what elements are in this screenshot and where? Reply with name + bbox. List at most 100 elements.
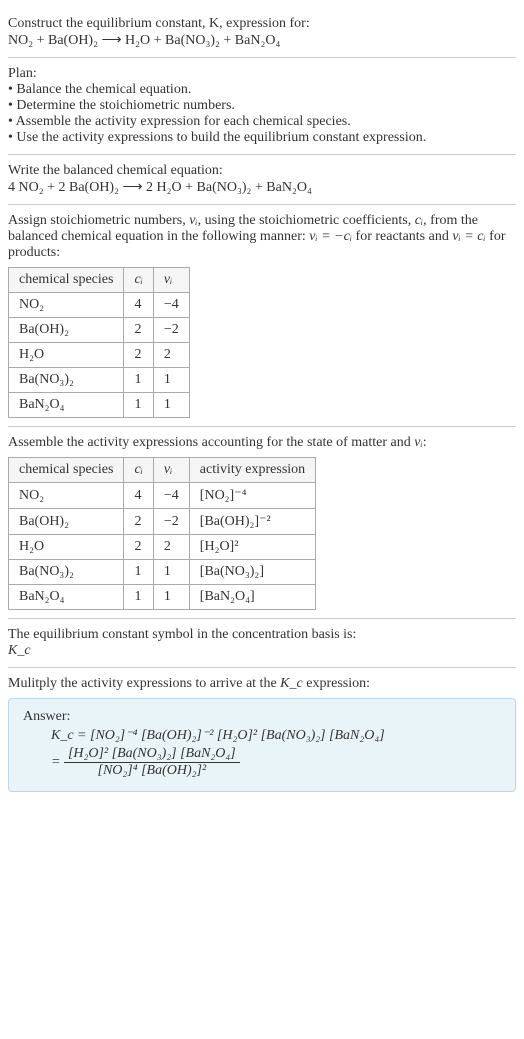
prompt-text-1: Construct the equilibrium constant, K, e… [8, 16, 310, 31]
col-species: chemical species [9, 458, 124, 483]
fraction-numerator: [H₂O]² [Ba(NO₃)₂] [BaN₂O₄] [64, 746, 240, 763]
col-species: chemical species [9, 268, 124, 293]
answer-box: Answer: K_c = [NO₂]⁻⁴ [Ba(OH)₂]⁻² [H₂O]²… [8, 698, 516, 792]
table-row: NO₂4−4 [9, 293, 190, 318]
stoich-paragraph: Assign stoichiometric numbers, νᵢ, using… [8, 213, 516, 261]
cell: BaN₂O₄ [9, 393, 124, 418]
table-header-row: chemical species cᵢ νᵢ activity expressi… [9, 458, 316, 483]
answer-section: Mulitply the activity expressions to arr… [8, 668, 516, 800]
nu-i-symbol: νᵢ [189, 213, 197, 228]
activity-paragraph: Assemble the activity expressions accoun… [8, 435, 516, 451]
plan-bullet-4: • Use the activity expressions to build … [8, 130, 516, 146]
stoich-text-a: Assign stoichiometric numbers, [8, 213, 189, 228]
cell: 1 [124, 393, 153, 418]
stoich-text-b: , using the stoichiometric coefficients, [198, 213, 415, 228]
cell: [NO₂]⁻⁴ [189, 483, 315, 509]
col-activity: activity expression [189, 458, 315, 483]
cell: −4 [153, 483, 189, 509]
fraction: [H₂O]² [Ba(NO₃)₂] [BaN₂O₄] [NO₂]⁴ [Ba(OH… [64, 746, 240, 779]
col-nui: νᵢ [153, 458, 189, 483]
table-row: Ba(OH)₂2−2 [9, 318, 190, 343]
table-row: BaN₂O₄11 [9, 393, 190, 418]
table-row: Ba(NO₃)₂11[Ba(NO₃)₂] [9, 560, 316, 585]
plan-bullet-2: • Determine the stoichiometric numbers. [8, 98, 516, 114]
col-ci: cᵢ [124, 268, 153, 293]
activity-table: chemical species cᵢ νᵢ activity expressi… [8, 457, 316, 610]
activity-text-a: Assemble the activity expressions accoun… [8, 435, 414, 450]
stoich-table: chemical species cᵢ νᵢ NO₂4−4 Ba(OH)₂2−2… [8, 267, 190, 418]
balanced-eq-label: Write the balanced chemical equation: [8, 163, 516, 179]
cell: Ba(NO₃)₂ [9, 560, 124, 585]
multiply-text-a: Mulitply the activity expressions to arr… [8, 676, 280, 691]
kc-symbol-section: The equilibrium constant symbol in the c… [8, 619, 516, 668]
cell: −4 [153, 293, 189, 318]
activity-text-b: : [423, 435, 427, 450]
kc-label: The equilibrium constant symbol in the c… [8, 627, 516, 643]
prompt-equation: NO₂ + Ba(OH)₂ ⟶ H₂O + Ba(NO₃)₂ + BaN₂O₄ [8, 32, 516, 49]
cell: NO₂ [9, 483, 124, 509]
nu-i-symbol: νᵢ [414, 435, 422, 450]
table-row: Ba(OH)₂2−2[Ba(OH)₂]⁻² [9, 509, 316, 535]
cell: [Ba(NO₃)₂] [189, 560, 315, 585]
stoich-text-d: for reactants and [352, 229, 452, 244]
cell: [BaN₂O₄] [189, 585, 315, 610]
multiply-line: Mulitply the activity expressions to arr… [8, 676, 516, 692]
col-ci: cᵢ [124, 458, 153, 483]
table-row: H₂O22[H₂O]² [9, 535, 316, 560]
cell: 1 [153, 560, 189, 585]
eq2-prefix: = [51, 755, 64, 770]
multiply-text-b: expression: [303, 676, 370, 691]
plan-bullet-1: • Balance the chemical equation. [8, 82, 516, 98]
kc-inline: K_c [280, 676, 303, 691]
prompt-section: Construct the equilibrium constant, K, e… [8, 8, 516, 58]
cell: 2 [124, 509, 153, 535]
cell: 2 [124, 535, 153, 560]
answer-eq-1: K_c = [NO₂]⁻⁴ [Ba(OH)₂]⁻² [H₂O]² [Ba(NO₃… [51, 727, 501, 744]
activity-section: Assemble the activity expressions accoun… [8, 427, 516, 619]
cell: NO₂ [9, 293, 124, 318]
cell: 2 [153, 343, 189, 368]
table-row: NO₂4−4[NO₂]⁻⁴ [9, 483, 316, 509]
plan-heading: Plan: [8, 66, 516, 82]
col-nui: νᵢ [153, 268, 189, 293]
cell: 1 [153, 368, 189, 393]
answer-body: K_c = [NO₂]⁻⁴ [Ba(OH)₂]⁻² [H₂O]² [Ba(NO₃… [23, 727, 501, 779]
balanced-eq-section: Write the balanced chemical equation: 4 … [8, 155, 516, 205]
cell: [Ba(OH)₂]⁻² [189, 509, 315, 535]
table-row: BaN₂O₄11[BaN₂O₄] [9, 585, 316, 610]
table-row: Ba(NO₃)₂11 [9, 368, 190, 393]
cell: 4 [124, 483, 153, 509]
cell: 2 [153, 535, 189, 560]
cell: −2 [153, 509, 189, 535]
cell: 2 [124, 318, 153, 343]
plan-bullet-3: • Assemble the activity expression for e… [8, 114, 516, 130]
cell: 1 [153, 585, 189, 610]
answer-label: Answer: [23, 709, 501, 725]
balanced-equation: 4 NO₂ + 2 Ba(OH)₂ ⟶ 2 H₂O + Ba(NO₃)₂ + B… [8, 179, 516, 196]
relation-1: νᵢ = −cᵢ [309, 229, 352, 244]
kc-symbol: K_c [8, 643, 516, 659]
cell: BaN₂O₄ [9, 585, 124, 610]
answer-eq-2: = [H₂O]² [Ba(NO₃)₂] [BaN₂O₄] [NO₂]⁴ [Ba(… [51, 746, 501, 779]
cell: Ba(NO₃)₂ [9, 368, 124, 393]
cell: 1 [124, 368, 153, 393]
cell: 4 [124, 293, 153, 318]
stoich-section: Assign stoichiometric numbers, νᵢ, using… [8, 205, 516, 427]
cell: 1 [124, 560, 153, 585]
cell: Ba(OH)₂ [9, 509, 124, 535]
cell: −2 [153, 318, 189, 343]
cell: 1 [153, 393, 189, 418]
table-header-row: chemical species cᵢ νᵢ [9, 268, 190, 293]
fraction-denominator: [NO₂]⁴ [Ba(OH)₂]² [64, 763, 240, 779]
cell: 1 [124, 585, 153, 610]
table-row: H₂O22 [9, 343, 190, 368]
cell: H₂O [9, 343, 124, 368]
cell: Ba(OH)₂ [9, 318, 124, 343]
prompt-line: Construct the equilibrium constant, K, e… [8, 16, 516, 32]
cell: H₂O [9, 535, 124, 560]
c-i-symbol: cᵢ [415, 213, 423, 228]
relation-2: νᵢ = cᵢ [452, 229, 485, 244]
plan-section: Plan: • Balance the chemical equation. •… [8, 58, 516, 155]
cell: 2 [124, 343, 153, 368]
cell: [H₂O]² [189, 535, 315, 560]
